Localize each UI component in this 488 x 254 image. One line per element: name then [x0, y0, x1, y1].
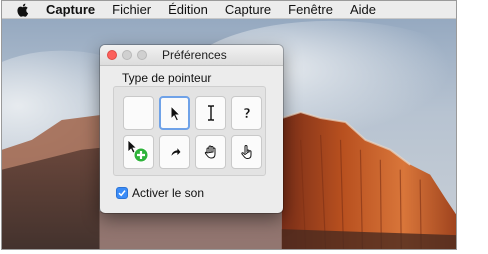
pointer-option-arrow[interactable]	[159, 96, 190, 130]
window-titlebar[interactable]: Préférences	[100, 45, 283, 66]
preferences-window: Préférences Type de pointeur ? Activer l…	[100, 45, 283, 213]
close-button[interactable]	[107, 50, 117, 60]
copy-arrow-pointer-icon	[127, 139, 148, 163]
menu-bar: Capture Fichier Édition Capture Fenêtre …	[2, 1, 456, 19]
sound-option[interactable]: Activer le son	[116, 186, 204, 200]
screen: Capture Fichier Édition Capture Fenêtre …	[1, 0, 457, 250]
pointer-option-question[interactable]: ?	[231, 96, 262, 130]
sound-checkbox-label: Activer le son	[132, 186, 205, 200]
sound-checkbox[interactable]	[116, 187, 128, 199]
menu-edit[interactable]: Édition	[168, 2, 208, 17]
open-hand-pointer-icon	[204, 145, 215, 159]
pointer-option-blank[interactable]	[123, 96, 154, 130]
menu-window[interactable]: Fenêtre	[288, 2, 333, 17]
svg-text:?: ?	[243, 107, 251, 121]
pointing-hand-pointer-icon	[240, 144, 251, 160]
pointer-option-alias[interactable]	[159, 135, 190, 169]
pointer-type-group: ?	[113, 86, 266, 176]
minimize-button[interactable]	[122, 50, 132, 60]
menu-help[interactable]: Aide	[350, 2, 376, 17]
question-pointer-icon: ?	[242, 107, 251, 121]
pointer-type-label: Type de pointeur	[122, 71, 212, 85]
pointer-option-copy[interactable]	[123, 135, 154, 169]
checkmark-icon	[118, 190, 126, 197]
arrow-pointer-icon	[170, 104, 181, 122]
menu-file[interactable]: Fichier	[112, 2, 151, 17]
zoom-button[interactable]	[137, 50, 147, 60]
menu-app-name[interactable]: Capture	[46, 2, 95, 17]
ibeam-pointer-icon	[207, 105, 214, 121]
pointer-option-open-hand[interactable]	[195, 135, 226, 169]
menu-capture[interactable]: Capture	[225, 2, 271, 17]
apple-logo-icon[interactable]	[15, 2, 31, 18]
window-title: Préférences	[162, 48, 227, 62]
alias-arrow-pointer-icon	[170, 145, 182, 159]
pointer-option-pointing-hand[interactable]	[231, 135, 262, 169]
pointer-option-ibeam[interactable]	[195, 96, 226, 130]
